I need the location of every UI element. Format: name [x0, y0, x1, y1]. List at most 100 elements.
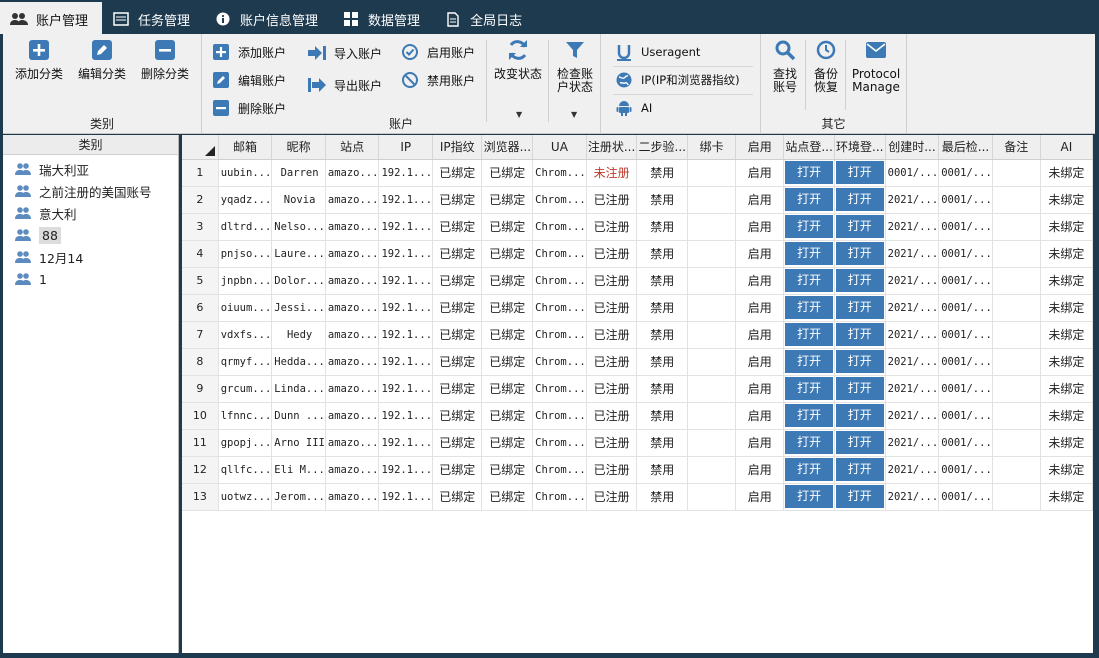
column-header[interactable]: 创建时... [885, 135, 940, 160]
tab-label: 任务管理 [138, 13, 191, 29]
column-header[interactable]: 邮箱 [218, 135, 273, 160]
env-login-open-button[interactable]: 打开 [835, 377, 884, 400]
category-item[interactable]: 之前注册的美国账号 [3, 180, 178, 202]
category-item[interactable]: 88 [3, 224, 178, 246]
edit-category-button[interactable]: 编辑分类 [78, 38, 126, 81]
column-header[interactable]: 环境登... [834, 135, 886, 160]
env-login-open-button[interactable]: 打开 [835, 323, 884, 346]
table-row[interactable]: 3 dltrd... Nelso... amazo... 192.1... 已绑定 已绑定 C… [182, 213, 1094, 241]
site-login-open-button[interactable]: 打开 [785, 431, 833, 454]
tab-account-management[interactable]: 账户管理 [0, 2, 103, 34]
export-account-button[interactable]: 导出账户 [308, 76, 382, 94]
table-cell: Chrom... [532, 402, 587, 430]
edit-account-button[interactable]: 编辑账户 [212, 71, 286, 89]
table-cell: 已绑定 [432, 186, 483, 214]
column-header[interactable]: 站点 [325, 135, 380, 160]
table-row[interactable]: 10 lfnnc... Dunn ... amazo... 192.1... 已绑定 已绑定… [182, 402, 1094, 430]
table-cell [687, 483, 737, 511]
env-login-open-button[interactable]: 打开 [835, 458, 884, 481]
site-login-open-button[interactable]: 打开 [785, 485, 833, 508]
column-header[interactable]: 站点登... [783, 135, 835, 160]
tab-global-log[interactable]: 全局日志 [434, 4, 536, 34]
table-cell: qllfc... [218, 456, 273, 484]
site-login-open-button[interactable]: 打开 [785, 404, 833, 427]
category-item[interactable]: 12月14 [3, 246, 178, 268]
protocol-manage-button[interactable]: Protocol Manage [850, 38, 902, 94]
category-item[interactable]: 1 [3, 268, 178, 290]
site-login-open-button[interactable]: 打开 [785, 242, 833, 265]
table-row[interactable]: 2 yqadz... Novia amazo... 192.1... 已绑定 已绑定 Chro… [182, 186, 1094, 214]
delete-category-button[interactable]: 删除分类 [141, 38, 189, 81]
site-login-open-button[interactable]: 打开 [785, 350, 833, 373]
env-login-open-button[interactable]: 打开 [835, 161, 884, 184]
enable-account-button[interactable]: 启用账户 [401, 43, 475, 61]
table-cell: amazo... [325, 186, 380, 214]
disable-account-button[interactable]: 禁用账户 [401, 71, 475, 89]
site-login-open-button[interactable]: 打开 [785, 215, 833, 238]
column-header[interactable]: 昵称 [271, 135, 326, 160]
table-row[interactable]: 5 jnpbn... Dolor... amazo... 192.1... 已绑定 已绑定 C… [182, 267, 1094, 295]
backup-restore-button[interactable]: 备份恢复 [812, 38, 840, 94]
table-cell: 已绑定 [432, 402, 483, 430]
column-header[interactable]: IP [378, 135, 434, 160]
site-login-open-button[interactable]: 打开 [785, 458, 833, 481]
column-header[interactable]: 二步验... [636, 135, 689, 160]
table-row[interactable]: 13 uotwz... Jerom... amazo... 192.1... 已绑定 已绑定… [182, 483, 1094, 511]
env-login-open-button[interactable]: 打开 [835, 350, 884, 373]
ip-fingerprint-button[interactable]: IP(IP和浏览器指纹) [615, 71, 740, 89]
useragent-button[interactable]: Useragent [615, 43, 700, 61]
table-row[interactable]: 4 pnjso... Laure... amazo... 192.1... 已绑定 已绑定 C… [182, 240, 1094, 268]
table-cell: 禁用 [636, 186, 689, 214]
env-login-open-button[interactable]: 打开 [835, 404, 884, 427]
table-row[interactable]: 8 qrmyf... Hedda... amazo... 192.1... 已绑定 已绑定 C… [182, 348, 1094, 376]
table-row[interactable]: 7 vdxfs... Hedy amazo... 192.1... 已绑定 已绑定 Chrom… [182, 321, 1094, 349]
site-login-open-button[interactable]: 打开 [785, 269, 833, 292]
site-login-open-button[interactable]: 打开 [785, 188, 833, 211]
env-login-open-button[interactable]: 打开 [835, 242, 884, 265]
site-login-open-button[interactable]: 打开 [785, 323, 833, 346]
env-login-open-button[interactable]: 打开 [835, 431, 884, 454]
table-row[interactable]: 12 qllfc... Eli M... amazo... 192.1... 已绑定 已绑定… [182, 456, 1094, 484]
table-row[interactable]: 9 grcum... Linda... amazo... 192.1... 已绑定 已绑定 C… [182, 375, 1094, 403]
column-header[interactable]: IP指纹 [432, 135, 483, 160]
tab-data-management[interactable]: 数据管理 [332, 4, 434, 34]
import-account-button[interactable]: 导入账户 [308, 44, 382, 62]
column-header[interactable]: 注册状... [586, 135, 638, 160]
select-all-corner[interactable] [182, 135, 219, 160]
table-row[interactable]: 6 oiuum... Jessi... amazo... 192.1... 已绑定 已绑定 C… [182, 294, 1094, 322]
check-account-status-button[interactable]: 检查账户状态 [556, 38, 594, 94]
ai-button[interactable]: AI [615, 99, 652, 117]
category-item[interactable]: 意大利 [3, 202, 178, 224]
table-cell [687, 186, 737, 214]
column-header[interactable]: 最后检... [938, 135, 993, 160]
table-cell: 启用 [735, 375, 785, 403]
tab-account-info-management[interactable]: 账户信息管理 [204, 4, 332, 34]
category-item[interactable]: 瑞大利亚 [3, 158, 178, 180]
column-header[interactable]: 绑卡 [687, 135, 737, 160]
find-account-button[interactable]: 查找账号 [771, 38, 799, 94]
site-login-open-button[interactable]: 打开 [785, 296, 833, 319]
column-header[interactable]: AI [1040, 135, 1094, 160]
table-cell: amazo... [325, 429, 380, 457]
site-login-open-button[interactable]: 打开 [785, 161, 833, 184]
table-row[interactable]: 1 uubin... Darren amazo... 192.1... 已绑定 已绑定 Chr… [182, 159, 1094, 187]
table-row[interactable]: 11 gpopj... Arno III amazo... 192.1... 已绑定 已绑定… [182, 429, 1094, 457]
column-header[interactable]: 浏览器... [481, 135, 534, 160]
env-login-open-button[interactable]: 打开 [835, 188, 884, 211]
table-cell: Hedy [271, 321, 326, 349]
site-login-open-button[interactable]: 打开 [785, 377, 833, 400]
tab-task-management[interactable]: 任务管理 [102, 4, 204, 34]
column-header[interactable]: 启用 [735, 135, 785, 160]
env-login-open-button[interactable]: 打开 [835, 296, 884, 319]
add-category-button[interactable]: 添加分类 [15, 38, 63, 81]
table-cell: Chrom... [532, 348, 587, 376]
column-header[interactable]: UA [532, 135, 587, 160]
add-account-button[interactable]: 添加账户 [212, 43, 286, 61]
search-icon [773, 38, 797, 62]
env-login-open-button[interactable]: 打开 [835, 269, 884, 292]
enable-account-label: 启用账户 [427, 45, 476, 60]
env-login-open-button[interactable]: 打开 [835, 485, 884, 508]
column-header[interactable]: 备注 [992, 135, 1041, 160]
change-status-button[interactable]: 改变状态 [494, 38, 542, 81]
env-login-open-button[interactable]: 打开 [835, 215, 884, 238]
